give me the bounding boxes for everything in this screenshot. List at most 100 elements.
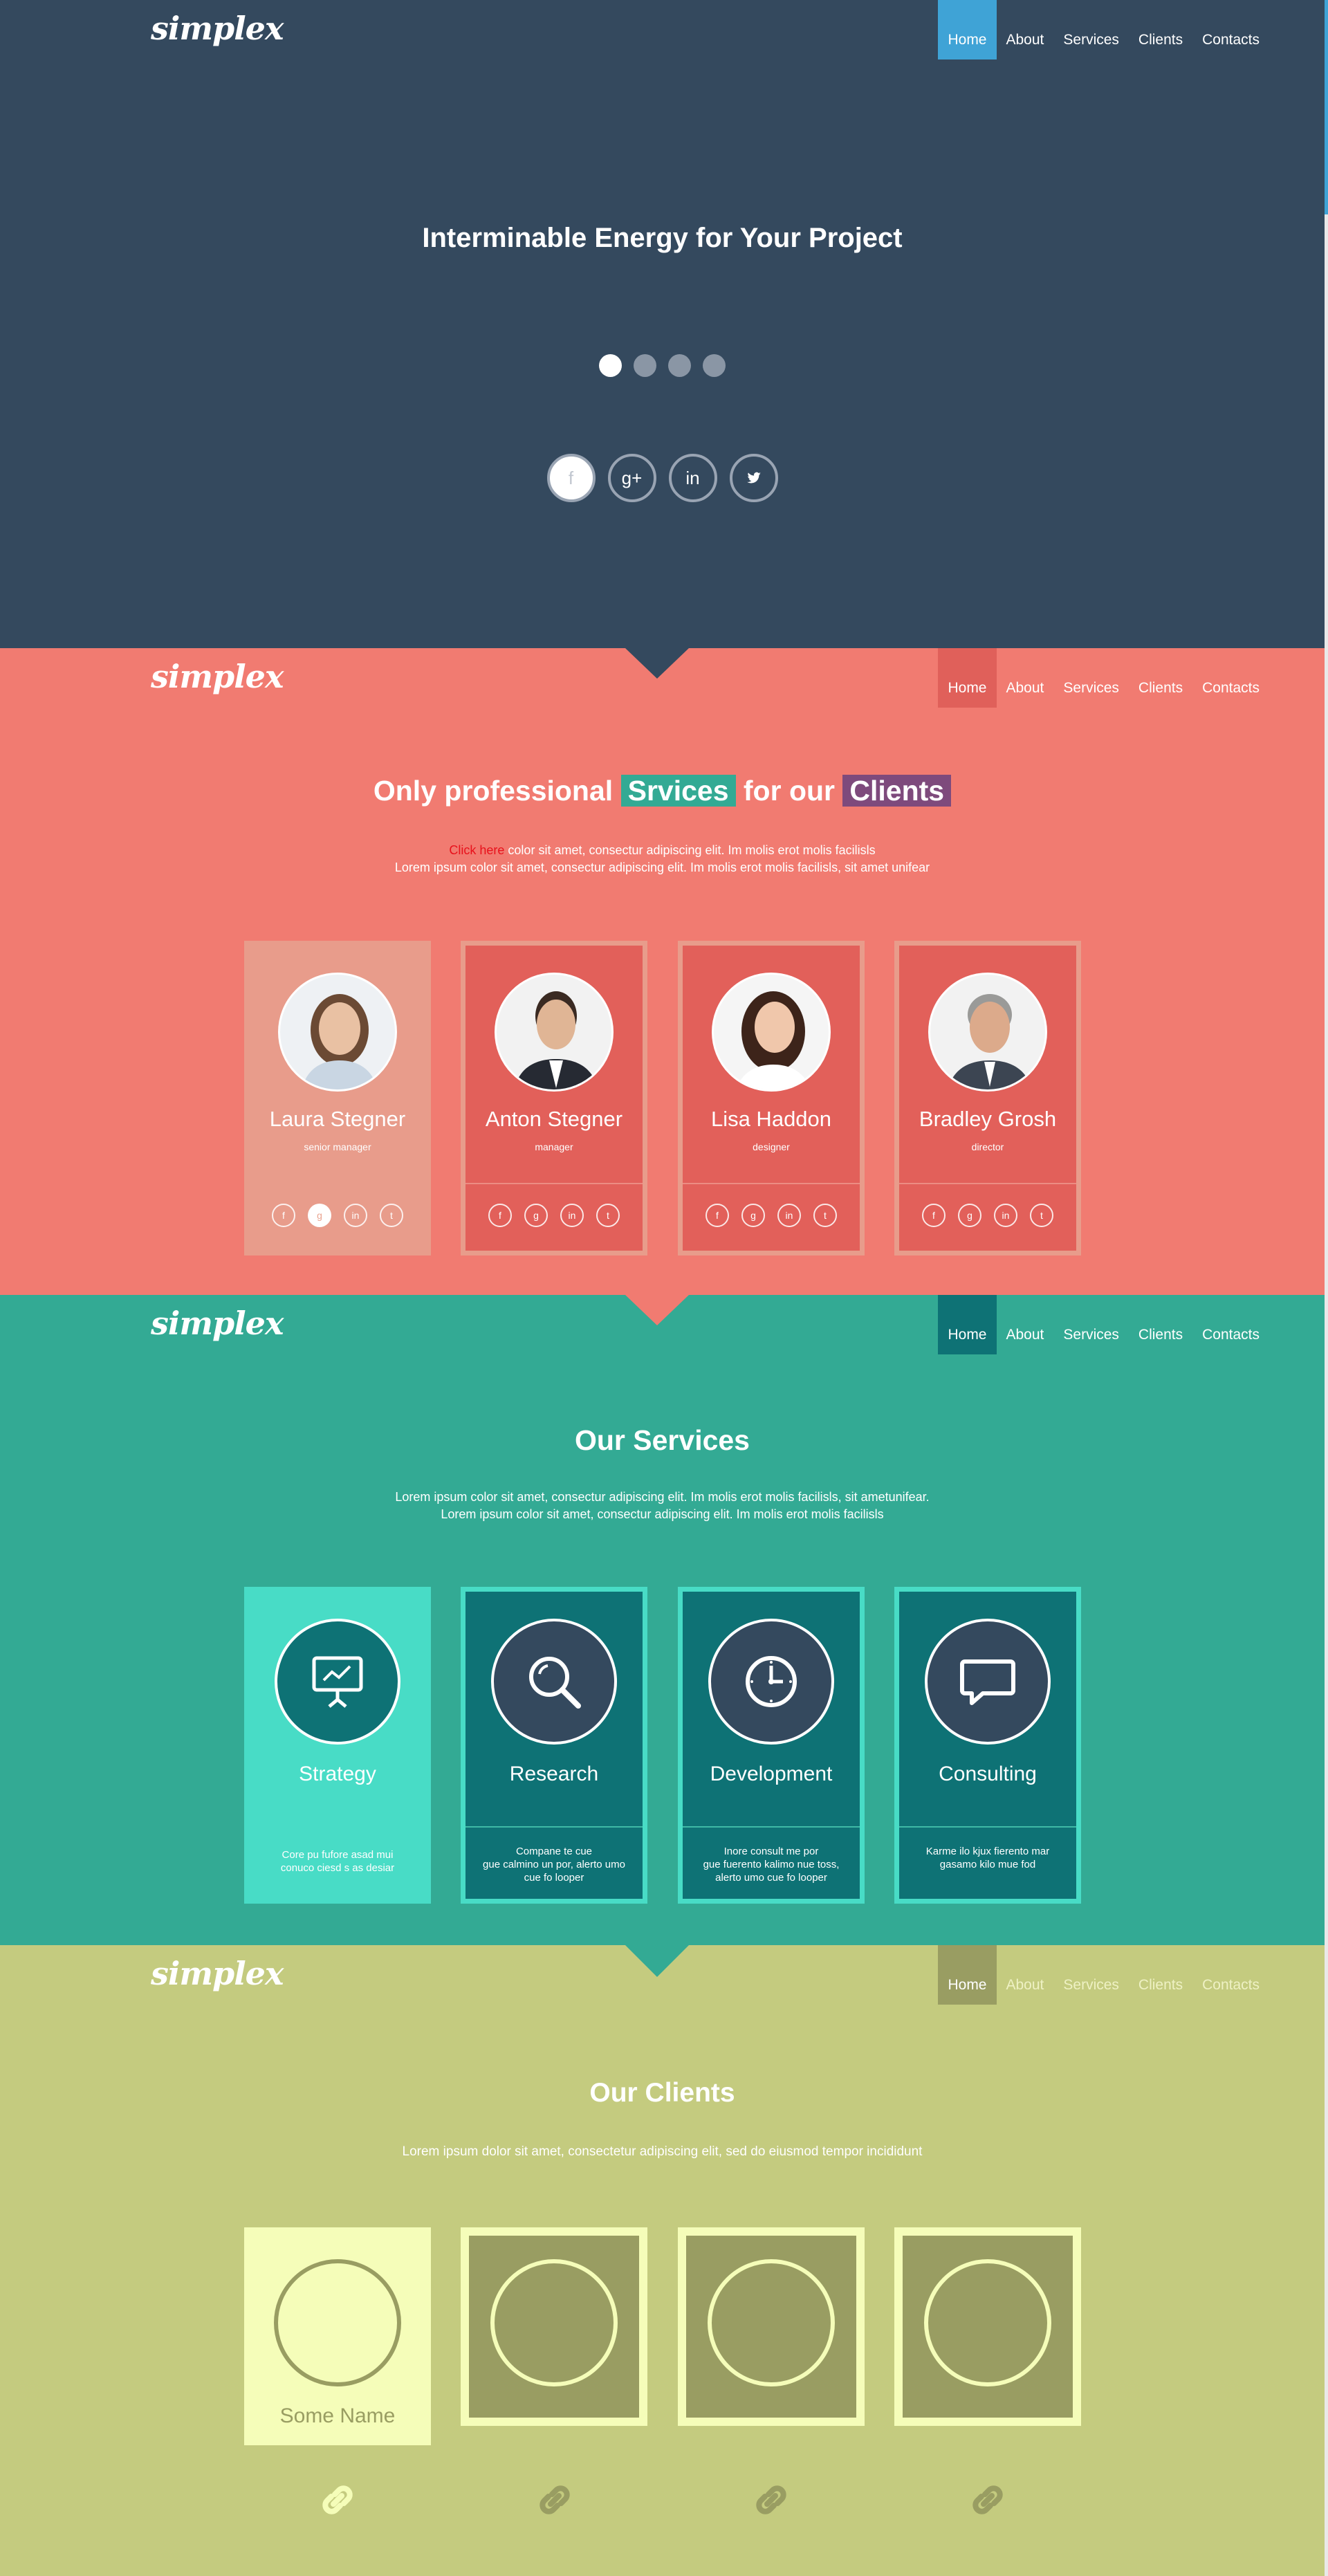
client-name: Some Name bbox=[279, 2404, 396, 2427]
service-description: Karme ilo kjux fierento mar gasamo kilo … bbox=[906, 1845, 1069, 1871]
twitter-icon[interactable]: t bbox=[596, 1204, 620, 1227]
link-icon[interactable] bbox=[750, 2479, 792, 2521]
member-role: senior manager bbox=[304, 1141, 371, 1152]
slider-dot[interactable] bbox=[703, 354, 726, 377]
nav-about[interactable]: About bbox=[997, 0, 1054, 59]
nav-clients[interactable]: Clients bbox=[1129, 0, 1192, 59]
facebook-icon[interactable]: f bbox=[546, 454, 596, 502]
service-circle bbox=[491, 1619, 617, 1745]
google-plus-icon[interactable]: g+ bbox=[607, 454, 656, 502]
nav-services[interactable]: Services bbox=[1053, 1945, 1129, 2005]
team-intro-line2: Lorem ipsum color sit amet, consectur ad… bbox=[394, 861, 930, 874]
nav-about[interactable]: About bbox=[997, 1945, 1054, 2005]
nav-menu: Home About Services Clients Contacts bbox=[938, 648, 1269, 708]
service-desc-line: gue fuerento kalimo nue toss, bbox=[703, 1859, 840, 1870]
linkedin-icon[interactable]: in bbox=[344, 1204, 367, 1227]
logo[interactable]: simplex bbox=[151, 1305, 284, 1342]
logo[interactable]: simplex bbox=[151, 658, 284, 695]
linkedin-icon[interactable]: in bbox=[668, 454, 717, 502]
team-card-bradley[interactable]: Bradley Grosh director f g in t bbox=[894, 941, 1081, 1255]
link-icon[interactable] bbox=[317, 2479, 358, 2521]
nav-services[interactable]: Services bbox=[1053, 0, 1129, 59]
client-card[interactable]: Some Name bbox=[244, 2227, 431, 2445]
nav-home[interactable]: Home bbox=[938, 1945, 997, 2005]
nav-about[interactable]: About bbox=[997, 1295, 1054, 1354]
link-icon[interactable] bbox=[534, 2479, 575, 2521]
nav-clients[interactable]: Clients bbox=[1129, 648, 1192, 708]
service-desc-line: gasamo kilo mue fod bbox=[939, 1859, 1036, 1870]
member-role: designer bbox=[753, 1141, 790, 1152]
client-logo bbox=[708, 2259, 835, 2386]
scrollbar[interactable] bbox=[1325, 0, 1328, 2576]
facebook-icon[interactable]: f bbox=[272, 1204, 295, 1227]
slider-dot[interactable] bbox=[634, 354, 656, 377]
clients-section: simplex Home About Services Clients Cont… bbox=[0, 1945, 1325, 2576]
service-desc-line: Karme ilo kjux fierento mar bbox=[925, 1846, 1050, 1857]
services-title: Our Services bbox=[575, 1424, 750, 1456]
client-logo bbox=[490, 2259, 618, 2386]
nav-clients[interactable]: Clients bbox=[1129, 1295, 1192, 1354]
member-social: f g in t bbox=[465, 1204, 643, 1227]
twitter-icon[interactable] bbox=[729, 454, 778, 502]
member-name: Laura Stegner bbox=[269, 1107, 406, 1131]
logo[interactable]: simplex bbox=[151, 10, 284, 47]
facebook-icon[interactable]: f bbox=[922, 1204, 946, 1227]
nav-home[interactable]: Home bbox=[938, 1295, 997, 1354]
nav-contacts[interactable]: Contacts bbox=[1192, 1295, 1269, 1354]
twitter-icon[interactable]: t bbox=[813, 1204, 837, 1227]
team-title-highlight-services: Srvices bbox=[620, 775, 736, 807]
service-name: Research bbox=[509, 1763, 599, 1785]
client-card[interactable] bbox=[894, 2227, 1081, 2426]
service-circle bbox=[925, 1619, 1051, 1745]
client-card[interactable] bbox=[461, 2227, 647, 2426]
slider-dot[interactable] bbox=[668, 354, 691, 377]
team-title-part1: Only professional bbox=[373, 775, 614, 807]
team-card-anton[interactable]: Anton Stegner manager f g in t bbox=[461, 941, 647, 1255]
team-intro: Click here color sit amet, consectur adi… bbox=[0, 842, 1325, 876]
linkedin-icon[interactable]: in bbox=[994, 1204, 1017, 1227]
member-role: manager bbox=[535, 1141, 573, 1152]
team-section: simplex Home About Services Clients Cont… bbox=[0, 648, 1325, 1295]
twitter-icon[interactable]: t bbox=[1030, 1204, 1053, 1227]
linkedin-icon[interactable]: in bbox=[560, 1204, 584, 1227]
service-card-development[interactable]: Development Inore consult me por gue fue… bbox=[678, 1587, 865, 1904]
member-social: f g in t bbox=[899, 1204, 1076, 1227]
google-plus-icon[interactable]: g bbox=[308, 1204, 331, 1227]
card-divider bbox=[899, 1183, 1076, 1184]
service-card-research[interactable]: Research Compane te cue gue calmino un p… bbox=[461, 1587, 647, 1904]
nav-home[interactable]: Home bbox=[938, 0, 997, 59]
logo[interactable]: simplex bbox=[151, 1955, 284, 1992]
slider-dots bbox=[0, 354, 1325, 377]
scrollbar-thumb[interactable] bbox=[1325, 0, 1328, 214]
service-desc-line: Core pu fufore asad mui bbox=[282, 1849, 394, 1861]
nav-about[interactable]: About bbox=[997, 648, 1054, 708]
link-icon[interactable] bbox=[967, 2479, 1008, 2521]
nav-home[interactable]: Home bbox=[938, 648, 997, 708]
hero-section: simplex Home About Services Clients Cont… bbox=[0, 0, 1325, 648]
service-card-consulting[interactable]: Consulting Karme ilo kjux fierento mar g… bbox=[894, 1587, 1081, 1904]
nav-services[interactable]: Services bbox=[1053, 1295, 1129, 1354]
nav-contacts[interactable]: Contacts bbox=[1192, 1945, 1269, 2005]
nav-services[interactable]: Services bbox=[1053, 648, 1129, 708]
nav-contacts[interactable]: Contacts bbox=[1192, 648, 1269, 708]
facebook-icon[interactable]: f bbox=[706, 1204, 729, 1227]
services-intro-line1: Lorem ipsum color sit amet, consectur ad… bbox=[395, 1490, 930, 1504]
nav-clients[interactable]: Clients bbox=[1129, 1945, 1192, 2005]
team-card-lisa[interactable]: Lisa Haddon designer f g in t bbox=[678, 941, 865, 1255]
service-circle bbox=[275, 1619, 400, 1745]
service-desc-line: Compane te cue bbox=[515, 1846, 593, 1857]
facebook-icon[interactable]: f bbox=[488, 1204, 512, 1227]
google-plus-icon[interactable]: g bbox=[741, 1204, 765, 1227]
service-card-strategy[interactable]: Strategy Core pu fufore asad mui conuco … bbox=[244, 1587, 431, 1904]
google-plus-icon[interactable]: g bbox=[524, 1204, 548, 1227]
google-plus-icon[interactable]: g bbox=[958, 1204, 981, 1227]
linkedin-icon[interactable]: in bbox=[777, 1204, 801, 1227]
team-title-part2: for our bbox=[743, 775, 835, 807]
team-card-laura[interactable]: Laura Stegner senior manager f g in t bbox=[244, 941, 431, 1255]
twitter-icon[interactable]: t bbox=[380, 1204, 403, 1227]
click-here-link[interactable]: Click here bbox=[449, 843, 504, 857]
slider-dot[interactable] bbox=[599, 354, 622, 377]
nav-contacts[interactable]: Contacts bbox=[1192, 0, 1269, 59]
client-card[interactable] bbox=[678, 2227, 865, 2426]
member-name: Bradley Grosh bbox=[919, 1107, 1057, 1131]
